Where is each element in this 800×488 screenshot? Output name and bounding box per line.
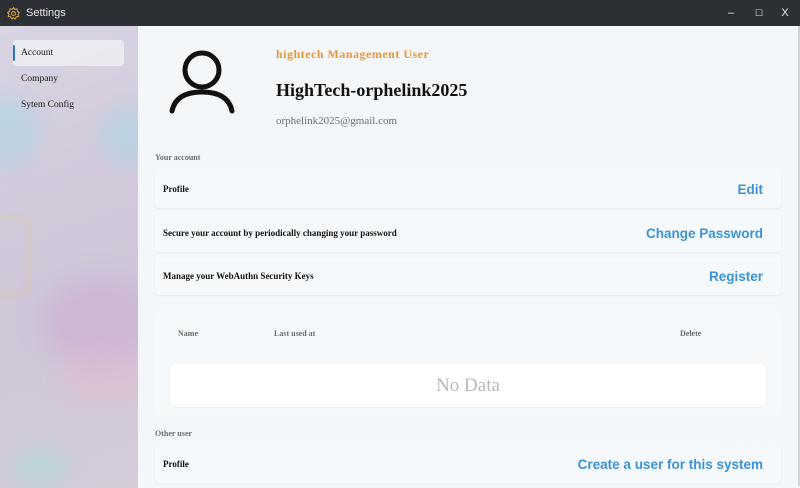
sidebar-item-label: Sytem Config — [21, 100, 75, 110]
sidebar: Account Company Sytem Config — [0, 26, 138, 488]
your-account-heading: Your account — [155, 153, 201, 162]
sidebar-item-company[interactable]: Company — [13, 66, 124, 92]
change-password-button[interactable]: Change Password — [646, 226, 763, 241]
change-password-row: Secure your account by periodically chan… — [155, 214, 781, 252]
column-header-delete: Delete — [680, 329, 702, 338]
register-key-button[interactable]: Register — [709, 269, 763, 284]
row-label: Secure your account by periodically chan… — [163, 228, 397, 238]
minimize-button[interactable]: – — [718, 0, 744, 26]
username: HighTech-orphelink2025 — [276, 80, 468, 100]
other-user-profile-row: Profile Create a user for this system — [155, 445, 781, 483]
window-title: Settings — [26, 7, 66, 19]
sidebar-item-label: Company — [21, 74, 58, 84]
sidebar-item-account[interactable]: Account — [13, 40, 124, 66]
user-role: hightech Management User — [276, 47, 430, 61]
maximize-button[interactable]: ☐ — [746, 0, 772, 26]
user-icon — [168, 48, 236, 114]
empty-state: No Data — [170, 364, 766, 407]
create-user-button[interactable]: Create a user for this system — [578, 457, 763, 472]
row-label: Profile — [163, 184, 189, 194]
background-decoration — [10, 446, 70, 486]
sidebar-item-system-config[interactable]: Sytem Config — [13, 92, 124, 118]
row-label: Profile — [163, 459, 189, 469]
background-decoration — [60, 346, 138, 406]
column-header-last-used: Last used at — [274, 329, 316, 338]
other-user-heading: Other user — [155, 429, 192, 438]
row-label: Manage your WebAuthn Security Keys — [163, 271, 314, 281]
user-email: orphelink2025@gmail.com — [276, 115, 398, 127]
sidebar-item-label: Account — [21, 48, 54, 58]
security-keys-table: Name Last used at Delete No Data — [155, 310, 781, 414]
gear-icon — [6, 6, 20, 20]
close-button[interactable]: X — [772, 0, 798, 26]
profile-row: Profile Edit — [155, 170, 781, 208]
title-bar: Settings – ☐ X — [0, 0, 800, 26]
security-keys-row: Manage your WebAuthn Security Keys Regis… — [155, 257, 781, 295]
edit-profile-button[interactable]: Edit — [738, 182, 764, 197]
column-header-name: Name — [178, 329, 198, 338]
background-decoration — [0, 216, 30, 296]
